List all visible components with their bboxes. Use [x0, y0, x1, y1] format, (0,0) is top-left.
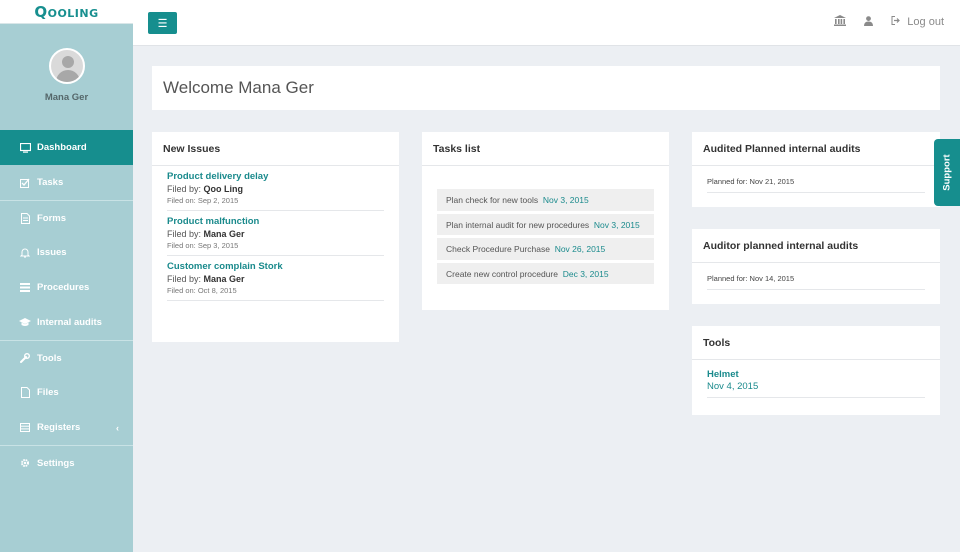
list-item: Customer complain Stork Filed by: Mana G…: [167, 256, 384, 301]
task-item[interactable]: Check Procedure Purchase Nov 26, 2015: [437, 238, 654, 260]
user-profile: Mana Ger: [0, 24, 133, 130]
panel-title: New Issues: [152, 132, 399, 166]
menu-toggle-button[interactable]: ☰: [148, 12, 177, 34]
logout-link[interactable]: Log out: [891, 16, 944, 28]
list-icon: [19, 283, 31, 292]
sidebar-item-label: Forms: [37, 213, 66, 224]
issue-title-link[interactable]: Product malfunction: [167, 216, 384, 227]
panel-title: Tools: [692, 326, 940, 360]
top-actions: Log out: [834, 15, 944, 29]
institution-icon[interactable]: [834, 15, 846, 29]
user-icon[interactable]: [864, 16, 873, 29]
panel-title: Tasks list: [422, 132, 669, 166]
top-bar: ☰ Log out: [133, 0, 960, 46]
sidebar-item-label: Files: [37, 387, 59, 398]
avatar[interactable]: [49, 48, 85, 84]
task-item[interactable]: Plan check for new tools Nov 3, 2015: [437, 189, 654, 211]
sidebar-item-label: Procedures: [37, 282, 89, 293]
sidebar-item-issues[interactable]: Issues: [0, 235, 133, 270]
tool-date: Nov 4, 2015: [707, 381, 925, 392]
new-issues-panel: New Issues Product delivery delay Filed …: [152, 132, 399, 342]
sidebar-item-label: Tools: [37, 353, 62, 364]
document-icon: [19, 213, 31, 224]
list-item: Helmet Nov 4, 2015: [707, 369, 925, 398]
sidebar-item-settings[interactable]: Settings: [0, 445, 133, 480]
issue-filed-date: Filed on: Sep 2, 2015: [167, 196, 384, 205]
welcome-banner: Welcome Mana Ger: [152, 66, 940, 110]
issue-title-link[interactable]: Customer complain Stork: [167, 261, 384, 272]
file-icon: [19, 387, 31, 398]
sidebar-item-tasks[interactable]: Tasks: [0, 165, 133, 200]
sidebar-item-label: Issues: [37, 247, 67, 258]
sidebar-item-procedures[interactable]: Procedures: [0, 270, 133, 305]
panel-title: Auditor planned internal audits: [692, 229, 940, 263]
list-item: Product malfunction Filed by: Mana Ger F…: [167, 211, 384, 256]
logout-label: Log out: [907, 16, 944, 28]
issue-title-link[interactable]: Product delivery delay: [167, 171, 384, 182]
sidebar-item-label: Dashboard: [37, 142, 87, 153]
sidebar-item-files[interactable]: Files: [0, 375, 133, 410]
list-item: Product delivery delay Filed by: Qoo Lin…: [167, 166, 384, 211]
planned-date[interactable]: Planned for: Nov 21, 2015: [707, 177, 925, 193]
sidebar-item-label: Settings: [37, 458, 74, 469]
task-list: Plan check for new tools Nov 3, 2015 Pla…: [422, 166, 669, 284]
table-icon: [19, 423, 31, 432]
sidebar-item-forms[interactable]: Forms: [0, 200, 133, 235]
sidebar: Qooling Mana Ger Dashboard Tasks Forms: [0, 0, 133, 552]
wrench-icon: [19, 353, 31, 363]
profile-name: Mana Ger: [45, 92, 88, 103]
sidebar-item-internal-audits[interactable]: Internal audits: [0, 305, 133, 340]
issue-filed-by: Filed by: Mana Ger: [167, 229, 384, 239]
support-label: Support: [942, 154, 953, 190]
page-title: Welcome Mana Ger: [163, 78, 314, 98]
sidebar-item-label: Internal audits: [37, 317, 102, 328]
audited-planned-panel: Audited Planned internal audits Planned …: [692, 132, 940, 207]
issue-filed-by: Filed by: Qoo Ling: [167, 184, 384, 194]
gear-icon: [19, 458, 31, 468]
planned-date[interactable]: Planned for: Nov 14, 2015: [707, 274, 925, 290]
tools-panel: Tools Helmet Nov 4, 2015: [692, 326, 940, 415]
sidebar-item-label: Tasks: [37, 177, 63, 188]
task-item[interactable]: Create new control procedure Dec 3, 2015: [437, 263, 654, 285]
tasks-list-panel: Tasks list Plan check for new tools Nov …: [422, 132, 669, 310]
bell-icon: [19, 247, 31, 258]
sidebar-nav: Dashboard Tasks Forms Issues Procedures: [0, 130, 133, 480]
sidebar-item-registers[interactable]: Registers ‹: [0, 410, 133, 445]
sidebar-item-label: Registers: [37, 422, 80, 433]
logo-bar: Qooling: [0, 0, 133, 24]
logout-icon: [891, 16, 901, 28]
panel-title: Audited Planned internal audits: [692, 132, 940, 166]
support-tab[interactable]: Support: [934, 139, 960, 206]
issue-filed-date: Filed on: Oct 8, 2015: [167, 286, 384, 295]
check-square-icon: [19, 178, 31, 188]
tool-name-link[interactable]: Helmet: [707, 369, 925, 380]
issue-filed-date: Filed on: Sep 3, 2015: [167, 241, 384, 250]
chevron-left-icon[interactable]: ‹: [116, 423, 119, 433]
app-logo[interactable]: Qooling: [34, 3, 98, 21]
sidebar-item-dashboard[interactable]: Dashboard: [0, 130, 133, 165]
monitor-icon: [19, 143, 31, 153]
hamburger-icon: ☰: [158, 17, 168, 30]
graduation-cap-icon: [19, 318, 31, 327]
auditor-planned-panel: Auditor planned internal audits Planned …: [692, 229, 940, 304]
task-item[interactable]: Plan internal audit for new procedures N…: [437, 214, 654, 236]
sidebar-item-tools[interactable]: Tools: [0, 340, 133, 375]
issue-filed-by: Filed by: Mana Ger: [167, 274, 384, 284]
